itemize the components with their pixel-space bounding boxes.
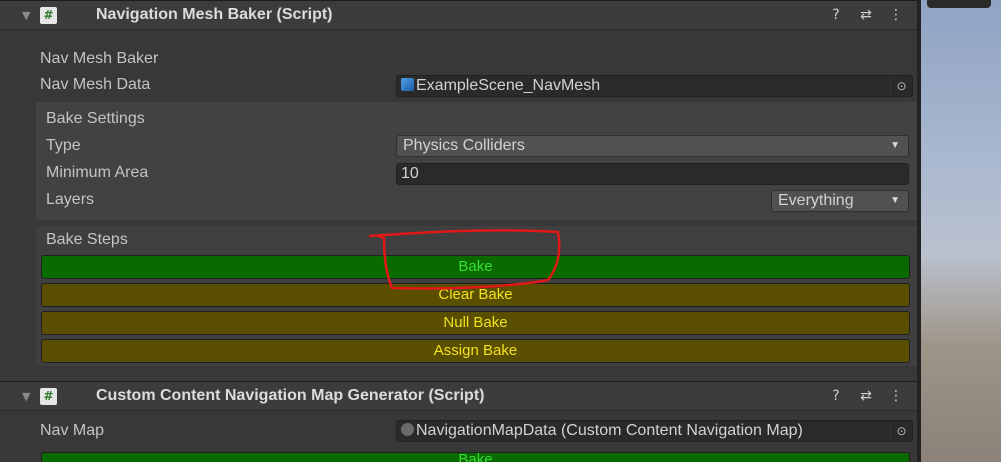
object-picker-icon[interactable]: ⊙: [890, 76, 912, 96]
kebab-menu-icon[interactable]: ⋮: [889, 388, 903, 404]
bake-button-partial[interactable]: Bake: [41, 452, 910, 462]
component-title: Custom Content Navigation Map Generator …: [96, 387, 485, 404]
assign-bake-button[interactable]: Assign Bake: [41, 339, 910, 363]
fold-arrow-icon[interactable]: ▼: [22, 9, 30, 22]
header-icons: ? ⇄ ⋮: [829, 388, 903, 404]
section-label: Nav Mesh Baker: [40, 50, 159, 67]
layers-value: Everything: [778, 192, 854, 209]
minimum-area-value: 10: [401, 165, 419, 182]
type-label: Type: [46, 137, 81, 154]
presets-icon[interactable]: ⇄: [859, 7, 873, 23]
clear-bake-button[interactable]: Clear Bake: [41, 283, 910, 307]
component-header-nav-map-generator[interactable]: ▼ # Custom Content Navigation Map Genera…: [0, 381, 917, 411]
minimum-area-label: Minimum Area: [46, 164, 149, 181]
help-icon[interactable]: ?: [829, 7, 843, 23]
scene-toolbar: [927, 0, 991, 8]
layers-dropdown[interactable]: Everything ▼: [771, 190, 909, 212]
scene-view-strip: [921, 0, 1001, 462]
component-header-nav-mesh-baker[interactable]: ▼ # Navigation Mesh Baker (Script) ? ⇄ ⋮: [0, 0, 917, 30]
type-value: Physics Colliders: [403, 137, 525, 154]
kebab-menu-icon[interactable]: ⋮: [889, 7, 903, 23]
fold-arrow-icon[interactable]: ▼: [22, 390, 30, 403]
component-title: Navigation Mesh Baker (Script): [96, 6, 333, 23]
object-picker-icon[interactable]: ⊙: [890, 421, 912, 441]
nav-map-label: Nav Map: [40, 422, 105, 439]
nav-map-field[interactable]: NavigationMapData (Custom Content Naviga…: [396, 420, 913, 442]
inspector-panel: ▼ # Navigation Mesh Baker (Script) ? ⇄ ⋮…: [0, 0, 921, 462]
nav-mesh-data-value: ExampleScene_NavMesh: [416, 77, 601, 94]
bake-settings-heading: Bake Settings: [46, 110, 145, 127]
null-bake-button[interactable]: Null Bake: [41, 311, 910, 335]
bake-button[interactable]: Bake: [41, 255, 910, 279]
nav-mesh-data-label: Nav Mesh Data: [40, 76, 151, 93]
nav-map-value: NavigationMapData (Custom Content Naviga…: [416, 422, 803, 439]
help-icon[interactable]: ?: [829, 388, 843, 404]
bake-steps-heading: Bake Steps: [46, 231, 128, 248]
nav-mesh-data-field[interactable]: ExampleScene_NavMesh ⊙: [396, 75, 913, 97]
layers-label: Layers: [46, 191, 95, 208]
script-icon: #: [40, 388, 57, 405]
scriptable-object-icon: [401, 423, 414, 436]
header-icons: ? ⇄ ⋮: [829, 7, 903, 23]
navmesh-asset-icon: [401, 78, 414, 91]
script-icon: #: [40, 7, 57, 24]
type-dropdown[interactable]: Physics Colliders ▼: [396, 135, 909, 157]
chevron-down-icon: ▼: [890, 195, 900, 206]
chevron-down-icon: ▼: [890, 140, 900, 151]
presets-icon[interactable]: ⇄: [859, 388, 873, 404]
minimum-area-input[interactable]: 10: [396, 163, 909, 185]
